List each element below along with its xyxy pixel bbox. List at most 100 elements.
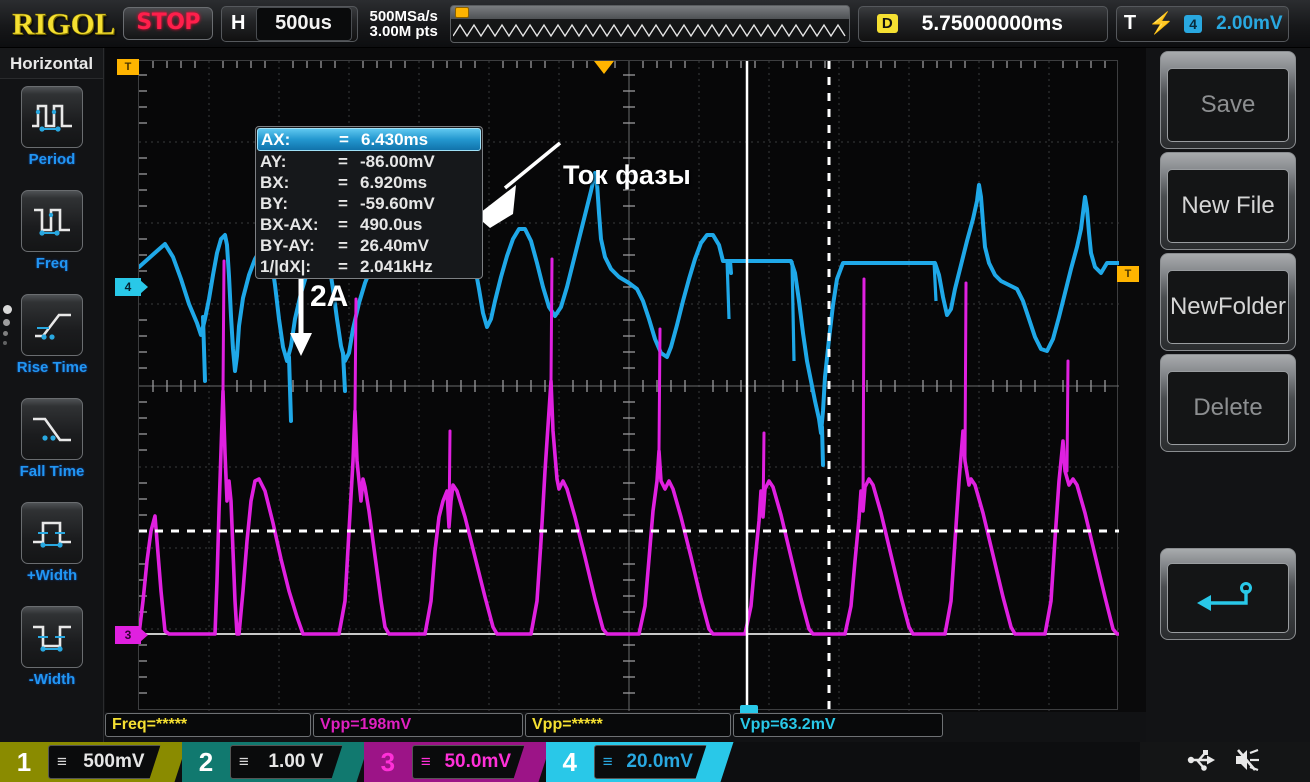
menu-label-period: Period xyxy=(28,151,76,168)
memory-position-bar[interactable] xyxy=(449,4,850,43)
delete-button-label: Delete xyxy=(1167,371,1289,445)
channel-2-coupling-icon: ≡ xyxy=(238,752,249,771)
channel-2-indicator[interactable]: 2 ≡ 1.00 V xyxy=(181,742,370,782)
save-button[interactable]: Save xyxy=(1160,51,1296,149)
delay-box[interactable]: D 5.75000000ms xyxy=(857,5,1108,42)
menu-item-freq[interactable]: Freq xyxy=(0,183,104,287)
oscilloscope-screen: RIGOL STOP H 500us 500MSa/s 3.00M pts D … xyxy=(0,0,1310,782)
pos-width-icon xyxy=(21,502,83,564)
channel-1-settings[interactable]: ≡ 500mV xyxy=(48,745,162,779)
channel-3-scale: 50.0mV xyxy=(444,751,512,772)
channel-4-settings[interactable]: ≡ 20.0mV xyxy=(593,745,708,779)
left-measurement-menu: Horizontal Period Freq Rise Time Fall Ti… xyxy=(0,48,104,742)
horizontal-scale-box[interactable]: H 500us xyxy=(221,5,358,42)
menu-item-neg-width[interactable]: -Width xyxy=(0,599,104,703)
waveform-display-area[interactable]: 4 3 T T AX: = 6.430ms AY: = -86.00mV BX: xyxy=(105,48,1146,717)
trigger-level-marker-icon[interactable]: T xyxy=(1117,266,1139,282)
rigol-logo: RIGOL xyxy=(12,5,116,41)
trigger-label: T xyxy=(1123,12,1137,34)
run-state-button[interactable]: STOP xyxy=(123,7,214,40)
menu-label-fall-time: Fall Time xyxy=(19,463,85,480)
speaker-muted-icon[interactable] xyxy=(1233,747,1263,778)
channel-3-indicator[interactable]: 3 ≡ 50.0mV xyxy=(363,742,552,782)
fall-time-icon xyxy=(21,398,83,460)
cursor-row-ax[interactable]: AX: = 6.430ms xyxy=(257,128,481,151)
delay-value: 5.75000000ms xyxy=(921,11,1063,35)
cursor-ax-value: 6.430ms xyxy=(361,130,429,149)
cursor-bx-eq: = xyxy=(338,173,348,192)
new-folder-button[interactable]: NewFolder xyxy=(1160,253,1296,351)
cursor-row-dx[interactable]: BX-AX: = 490.0us xyxy=(257,214,481,235)
save-button-label: Save xyxy=(1167,68,1289,142)
cursor-by-value: -59.60mV xyxy=(360,194,435,213)
channel-1-indicator[interactable]: 1 ≡ 500mV xyxy=(0,742,188,782)
trigger-source-badge[interactable]: 4 xyxy=(1184,14,1203,33)
measurement-results-strip: Freq=***** Vpp=198mV Vpp=***** Vpp=63.2m… xyxy=(105,712,1146,738)
cursor-row-dy[interactable]: BY-AY: = 26.40mV xyxy=(257,235,481,256)
channel-4-scale: 20.0mV xyxy=(626,751,693,772)
cursor-dy-eq: = xyxy=(338,236,348,255)
usb-icon[interactable] xyxy=(1187,747,1217,778)
ch4-spikes xyxy=(201,258,825,467)
trigger-position-marker-icon xyxy=(594,61,614,74)
cursor-dy-key: BY-AY: xyxy=(260,236,315,255)
cursor-by-key: BY: xyxy=(260,194,289,213)
channel-1-number: 1 xyxy=(16,746,32,777)
trigger-level-value: 2.00mV xyxy=(1216,12,1283,34)
menu-label-rise-time: Rise Time xyxy=(16,359,88,376)
cursor-row-by[interactable]: BY: = -59.60mV xyxy=(257,193,481,214)
channel-4-coupling-icon: ≡ xyxy=(602,752,613,771)
cursor-ax-key: AX: xyxy=(261,130,291,149)
memory-waveform-preview xyxy=(452,23,846,37)
rising-edge-icon[interactable]: ⚡ xyxy=(1146,12,1176,36)
menu-label-pos-width: +Width xyxy=(26,567,78,584)
channel-3-settings[interactable]: ≡ 50.0mV xyxy=(411,745,526,779)
period-icon xyxy=(21,86,83,148)
measurement-vpp-ch1[interactable]: Vpp=***** xyxy=(525,713,731,737)
frequency-icon xyxy=(21,190,83,252)
delete-button[interactable]: Delete xyxy=(1160,354,1296,452)
menu-item-rise-time[interactable]: Rise Time xyxy=(0,287,104,391)
system-status-icons xyxy=(1140,742,1310,782)
cursor-ay-eq: = xyxy=(338,152,348,171)
menu-item-pos-width[interactable]: +Width xyxy=(0,495,104,599)
cursor-dx-eq: = xyxy=(338,215,348,234)
ch3-ground-marker[interactable]: 3 xyxy=(115,626,148,644)
horizontal-scale-value: 500us xyxy=(255,6,352,41)
channel-1-coupling-icon: ≡ xyxy=(57,752,67,771)
horizontal-label: H xyxy=(231,12,246,34)
channel-2-settings[interactable]: ≡ 1.00 V xyxy=(229,745,344,779)
return-arrow-icon xyxy=(1167,563,1289,633)
new-folder-button-label: NewFolder xyxy=(1167,270,1289,344)
menu-item-fall-time[interactable]: Fall Time xyxy=(0,391,104,495)
menu-item-period[interactable]: Period xyxy=(0,79,104,183)
channel-4-indicator[interactable]: 4 ≡ 20.0mV xyxy=(545,742,734,782)
cursor-invdx-key: 1/|dX|: xyxy=(260,257,312,276)
channel-2-number: 2 xyxy=(198,746,214,777)
channel-4-number: 4 xyxy=(562,746,577,777)
trigger-offset-marker-icon[interactable]: T xyxy=(117,59,139,75)
acquisition-info: 500MSa/s 3.00M pts xyxy=(366,9,442,39)
measurement-freq-ch1[interactable]: Freq=***** xyxy=(105,713,311,737)
cursor-row-ay[interactable]: AY: = -86.00mV xyxy=(257,151,481,172)
ch4-ground-marker[interactable]: 4 xyxy=(115,278,148,296)
measurement-vpp-ch3[interactable]: Vpp=198mV xyxy=(313,713,523,737)
cursor-measurement-panel[interactable]: AX: = 6.430ms AY: = -86.00mV BX: = 6.920… xyxy=(255,126,483,279)
annotation-amplitude: 2A xyxy=(310,280,349,313)
cursor-row-invdx[interactable]: 1/|dX|: = 2.041kHz xyxy=(257,256,481,277)
left-menu-title: Horizontal xyxy=(0,48,103,79)
cursor-bx-value: 6.920ms xyxy=(360,173,428,192)
cursor-by-eq: = xyxy=(338,194,348,213)
trigger-box[interactable]: T ⚡ 4 2.00mV xyxy=(1115,5,1289,42)
cursor-row-bx[interactable]: BX: = 6.920ms xyxy=(257,172,481,193)
cursor-dy-value: 26.40mV xyxy=(360,236,429,255)
measurement-vpp-ch4[interactable]: Vpp=63.2mV xyxy=(733,713,943,737)
new-file-button[interactable]: New File xyxy=(1160,152,1296,250)
return-button[interactable] xyxy=(1160,548,1296,640)
memory-trigger-flag-icon xyxy=(454,6,469,18)
channel-1-scale: 500mV xyxy=(83,751,145,772)
sample-rate: 500MSa/s xyxy=(369,7,438,25)
cursor-invdx-eq: = xyxy=(338,257,348,276)
top-status-bar: RIGOL STOP H 500us 500MSa/s 3.00M pts D … xyxy=(0,0,1310,48)
menu-label-freq: Freq xyxy=(35,255,69,272)
